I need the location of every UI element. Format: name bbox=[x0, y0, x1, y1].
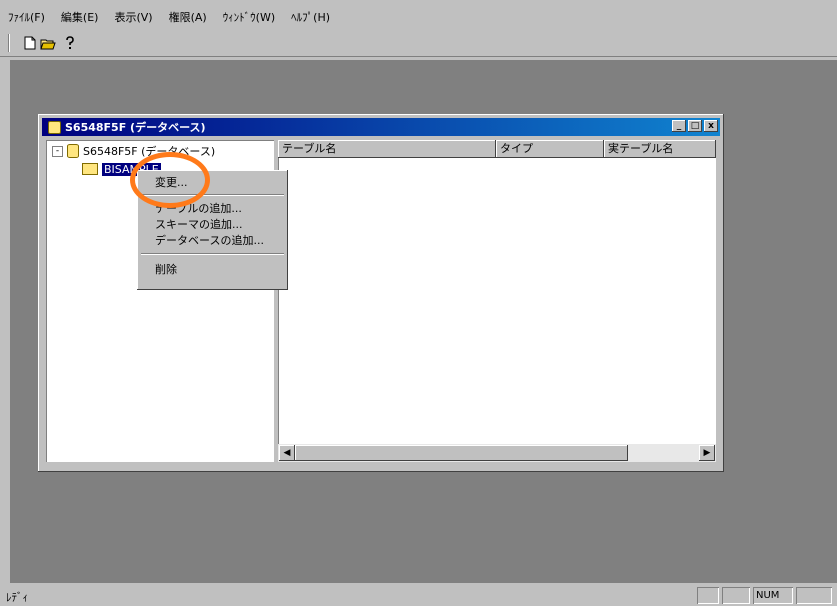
menu-file[interactable]: ﾌｧｲﾙ(F) bbox=[0, 8, 53, 28]
window-title-bar[interactable]: S6548F5F (データベース) _ □ x bbox=[42, 118, 720, 136]
context-menu: 変更... テーブルの追加... スキーマの追加... データベースの追加...… bbox=[137, 170, 288, 290]
arrow-left-icon: ◀ bbox=[283, 448, 291, 458]
toolbar-grip[interactable] bbox=[8, 34, 10, 52]
context-menu-add-table[interactable]: テーブルの追加... bbox=[155, 201, 242, 216]
application-window: ﾌｧｲﾙ(F) 編集(E) 表示(V) 権限(A) ｳｨﾝﾄﾞｳ(W) ﾍﾙﾌﾟ… bbox=[0, 0, 837, 606]
status-pane-1 bbox=[697, 587, 719, 604]
status-text: ﾚﾃﾞｨ bbox=[6, 591, 28, 604]
arrow-right-icon: ▶ bbox=[703, 448, 711, 458]
collapse-icon[interactable]: - bbox=[52, 145, 63, 157]
new-document-icon bbox=[24, 36, 36, 50]
help-icon bbox=[66, 36, 74, 49]
menu-bar: ﾌｧｲﾙ(F) 編集(E) 表示(V) 権限(A) ｳｨﾝﾄﾞｳ(W) ﾍﾙﾌﾟ… bbox=[0, 8, 837, 28]
column-table-name[interactable]: テーブル名 bbox=[278, 140, 496, 158]
menu-window[interactable]: ｳｨﾝﾄﾞｳ(W) bbox=[215, 8, 283, 28]
status-pane-2 bbox=[722, 587, 750, 604]
context-menu-modify[interactable]: 変更... bbox=[155, 175, 188, 190]
tree-node-database[interactable]: - S6548F5F (データベース) bbox=[52, 144, 215, 158]
database-icon bbox=[67, 144, 79, 158]
minimize-button[interactable]: _ bbox=[672, 120, 686, 132]
status-pane-num: NUM bbox=[753, 587, 793, 604]
menu-view[interactable]: 表示(V) bbox=[106, 8, 160, 28]
help-button[interactable] bbox=[62, 35, 78, 51]
database-icon bbox=[48, 120, 61, 134]
scroll-right-button[interactable]: ▶ bbox=[699, 445, 715, 461]
window-title: S6548F5F (データベース) bbox=[65, 121, 206, 134]
close-button[interactable]: x bbox=[704, 120, 718, 132]
new-document-button[interactable] bbox=[22, 35, 38, 51]
menu-separator bbox=[141, 194, 284, 196]
context-menu-delete[interactable]: 削除 bbox=[155, 262, 177, 277]
column-real-table-name[interactable]: 実テーブル名 bbox=[604, 140, 716, 158]
open-folder-icon bbox=[40, 39, 56, 49]
column-type[interactable]: タイプ bbox=[496, 140, 604, 158]
scroll-left-button[interactable]: ◀ bbox=[279, 445, 295, 461]
list-header: テーブル名 タイプ 実テーブル名 bbox=[278, 140, 716, 158]
folder-icon bbox=[82, 163, 98, 175]
horizontal-scrollbar[interactable]: ◀ ▶ bbox=[278, 444, 716, 462]
tree-node-database-label: S6548F5F (データベース) bbox=[83, 145, 216, 158]
menu-edit[interactable]: 編集(E) bbox=[53, 8, 107, 28]
status-pane-4 bbox=[796, 587, 832, 604]
maximize-button[interactable]: □ bbox=[688, 120, 702, 132]
scroll-thumb[interactable] bbox=[295, 445, 628, 461]
context-menu-add-schema[interactable]: スキーマの追加... bbox=[155, 217, 243, 232]
table-list: テーブル名 タイプ 実テーブル名 ◀ ▶ bbox=[278, 140, 716, 462]
context-menu-add-database[interactable]: データベースの追加... bbox=[155, 233, 264, 248]
database-child-window: S6548F5F (データベース) _ □ x - S6548F5F (データベ… bbox=[38, 114, 724, 472]
menu-privileges[interactable]: 権限(A) bbox=[161, 8, 215, 28]
menu-help[interactable]: ﾍﾙﾌﾟ(H) bbox=[283, 8, 338, 28]
open-button[interactable] bbox=[40, 35, 56, 51]
status-bar: ﾚﾃﾞｨ NUM bbox=[0, 585, 837, 606]
menu-separator bbox=[141, 253, 284, 255]
toolbar bbox=[0, 30, 837, 57]
